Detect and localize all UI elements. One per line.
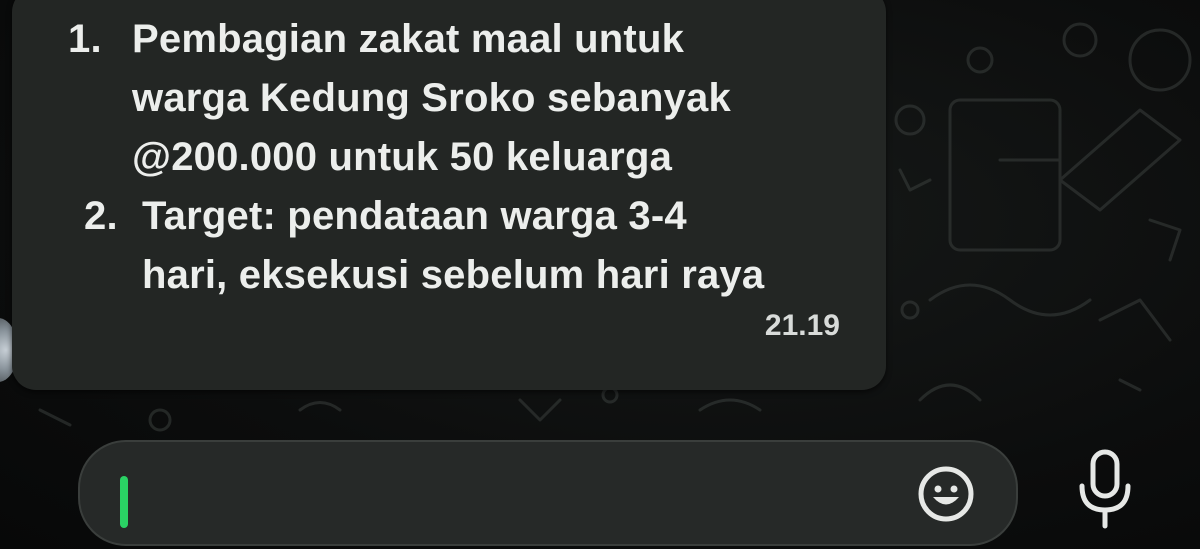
microphone-icon [1079,449,1131,529]
emoji-button[interactable] [916,464,976,524]
message-line: hari, eksekusi sebelum hari raya [142,253,765,297]
smiley-icon [918,466,974,522]
message-input[interactable] [110,460,894,528]
microphone-button[interactable] [1074,448,1136,532]
list-item: 1. Pembagian zakat maal untuk warga Kedu… [68,10,868,187]
list-item: 2. Target: pendataan warga 3-4 hari, eks… [68,187,868,305]
message-line: warga Kedung Sroko sebanyak [132,76,731,120]
chat-screen: 1. Pembagian zakat maal untuk warga Kedu… [0,0,1200,549]
message-line: Target: pendataan warga 3-4 [142,194,687,238]
list-number: 1. [68,17,102,61]
message-line: Pembagian zakat maal untuk [132,17,685,61]
message-composer[interactable] [78,440,1018,546]
message-timestamp: 21.19 [764,309,840,342]
message-bubble[interactable]: 1. Pembagian zakat maal untuk warga Kedu… [12,0,886,390]
message-line: @200.000 untuk 50 keluarga [132,135,673,179]
message-list: 1. Pembagian zakat maal untuk warga Kedu… [68,10,868,305]
text-cursor [120,476,128,528]
list-number: 2. [84,194,118,238]
